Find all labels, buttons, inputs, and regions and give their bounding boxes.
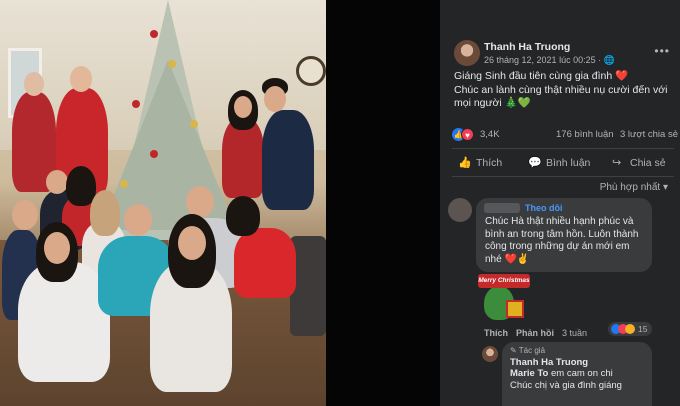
christmas-tree-lower (100, 60, 236, 230)
divider (452, 176, 674, 177)
share-count[interactable]: 3 lượt chia sẻ (620, 129, 678, 140)
person (234, 228, 296, 298)
share-icon: ↪ (612, 157, 622, 169)
share-label: Chia sẻ (630, 157, 666, 169)
reply-bubble: ✎ Tác giả Thanh Ha Truong Marie To em ca… (502, 342, 652, 406)
person-head (46, 170, 68, 194)
reaction-count[interactable]: 3,4K (480, 129, 500, 140)
author-badge: ✎ Tác giả (510, 346, 546, 355)
person-head (24, 72, 44, 96)
comment-reaction-count: 15 (638, 324, 648, 334)
post-text-line: Chúc an lành cùng thật nhiều nụ cười đến… (454, 83, 668, 96)
reply-author-avatar[interactable] (482, 346, 498, 362)
reply-text-fragment: em cam on chi (548, 368, 613, 379)
person (262, 110, 314, 210)
post-header: Thanh Ha Truong 26 tháng 12, 2021 lúc 00… (450, 38, 678, 68)
like-button[interactable]: 👍 Thích (458, 156, 502, 169)
ornament (150, 30, 158, 38)
post-meta[interactable]: 26 tháng 12, 2021 lúc 00:25 · 🌐 (484, 55, 615, 66)
ornament (190, 120, 198, 128)
dark-divider (326, 0, 440, 406)
family-photo[interactable] (0, 0, 326, 406)
divider (452, 148, 674, 149)
reply-author-name[interactable]: Thanh Ha Truong (510, 357, 644, 368)
ornament (168, 60, 176, 68)
comment-text-line: bình an trong tâm hồn. Luôn thành (485, 228, 639, 240)
post-timestamp[interactable]: 26 tháng 12, 2021 lúc 00:25 · (484, 55, 604, 65)
commenter-name-blurred[interactable] (484, 203, 520, 213)
person-head (234, 96, 252, 118)
like-label: Thích (476, 157, 503, 169)
sticker-banner: Merry Christmas (478, 274, 530, 288)
thumbs-up-icon: 👍 (458, 157, 472, 169)
comment-text-line: Chúc Hà thật nhiều hạnh phúc và (485, 216, 634, 227)
mention-link[interactable]: Marie To (510, 368, 548, 379)
reply-text: Marie To em cam on chi Chúc chị và gia đ… (510, 368, 644, 392)
share-button[interactable]: ↪ Chia sẻ (612, 156, 666, 169)
wall-clock (296, 56, 326, 86)
care-reaction-icon (625, 324, 635, 334)
comment-count[interactable]: 176 bình luận (556, 129, 614, 140)
comment-text: Chúc Hà thật nhiều hạnh phúc và bình an … (485, 216, 649, 266)
comment-reactions[interactable]: 15 (608, 322, 652, 336)
commenter-avatar[interactable] (448, 198, 472, 222)
comment-reply-link[interactable]: Phản hồi (516, 328, 554, 338)
ornament (150, 150, 158, 158)
comment-sort-dropdown[interactable]: Phù hợp nhất ▾ (600, 182, 668, 193)
comment-button[interactable]: 💬 Bình luận (528, 156, 590, 169)
person-head (264, 86, 286, 112)
follow-link[interactable]: Theo dõi (525, 203, 563, 213)
love-reaction-icon: ♥ (461, 128, 474, 141)
person (222, 118, 264, 198)
person-hair (226, 196, 260, 236)
reaction-summary: 👍 ♥ 3,4K 176 bình luận 3 lượt chia sẻ (452, 128, 678, 142)
comment-like-link[interactable]: Thích (484, 328, 508, 338)
person-hair (90, 190, 120, 236)
comment-age[interactable]: 3 tuần (562, 328, 587, 338)
comment-bubble: Theo dõi Chúc Hà thật nhiều hạnh phúc và… (476, 198, 652, 272)
comment-text-line: nhé ❤️✌️ (485, 253, 530, 265)
person-head (12, 200, 38, 230)
comment-actions: Thích Phản hồi 3 tuần (484, 328, 587, 338)
person-head (124, 204, 152, 236)
more-options-icon[interactable]: ••• (654, 44, 670, 58)
reply-text-line: Chúc chị và gia đình giáng (510, 380, 622, 391)
christmas-sticker: Merry Christmas (476, 274, 534, 324)
person-head (44, 232, 70, 264)
post-text-line: Giáng Sinh đầu tiên cùng gia đình ❤️ (454, 70, 629, 82)
gift-icon (506, 300, 524, 318)
author-name[interactable]: Thanh Ha Truong (484, 41, 570, 53)
comment-label: Bình luận (546, 157, 591, 169)
person-head (178, 226, 206, 260)
globe-icon: 🌐 (603, 55, 615, 65)
post-actions: 👍 Thích 💬 Bình luận ↪ Chia sẻ (452, 152, 674, 174)
person-head (70, 66, 92, 92)
post-text: Giáng Sinh đầu tiên cùng gia đình ❤️ Chú… (454, 70, 674, 111)
ornament (120, 180, 128, 188)
ornament (132, 100, 140, 108)
comment-icon: 💬 (528, 157, 542, 169)
author-avatar[interactable] (454, 40, 480, 66)
reply-text-line: Marie To em cam on chi (510, 368, 644, 380)
comment-text-line: công trong những dự án mới em (485, 241, 630, 252)
post-text-line: mọi người 🎄💚 (454, 97, 531, 109)
facebook-post-panel: Thanh Ha Truong 26 tháng 12, 2021 lúc 00… (440, 0, 680, 406)
